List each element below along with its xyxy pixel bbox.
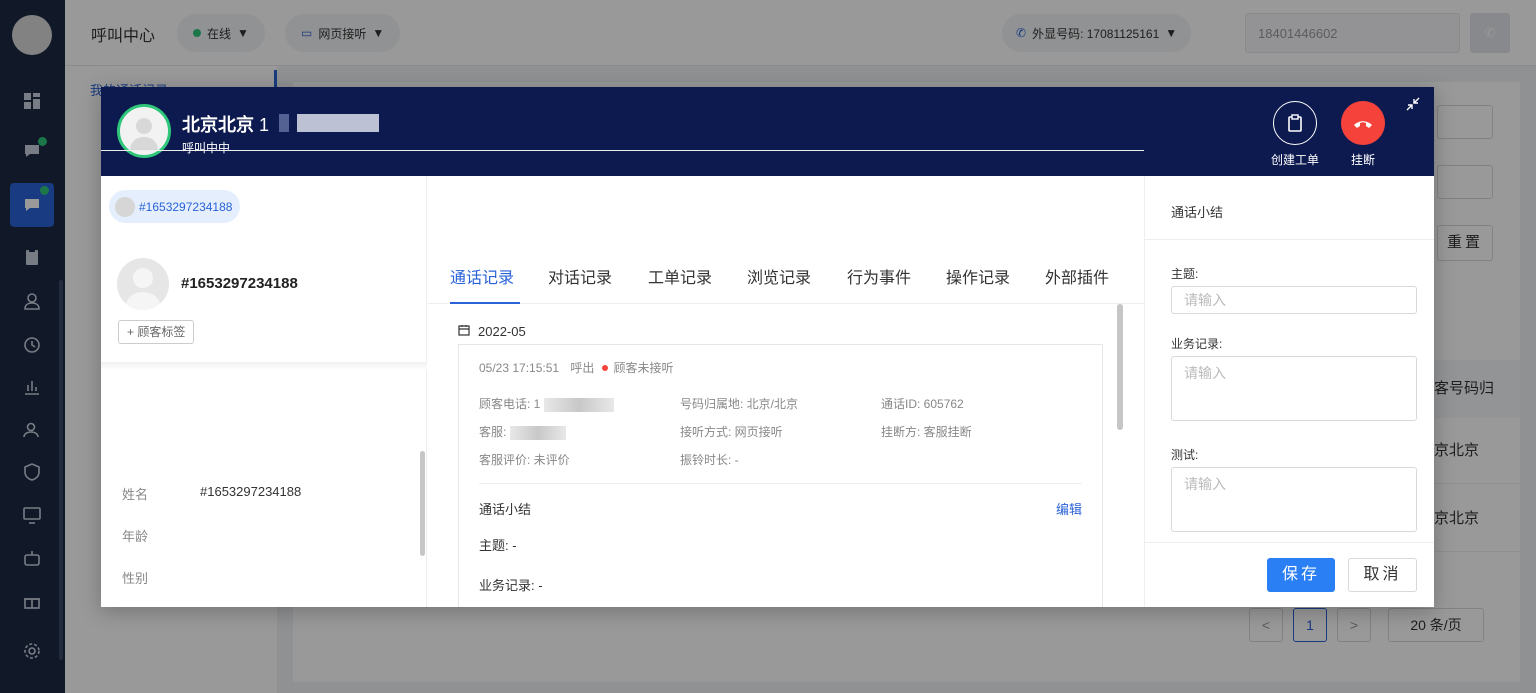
save-button[interactable]: 保存 [1267, 558, 1335, 592]
tab-ticket-records[interactable]: 工单记录 [648, 264, 712, 288]
create-ticket-label: 创建工单 [1271, 153, 1320, 167]
field-label-age: 年龄 [122, 529, 149, 544]
test-textarea[interactable]: 请输入 [1171, 467, 1417, 532]
tab-external-plugins[interactable]: 外部插件 [1045, 264, 1109, 288]
subject-label: 主题: [1171, 267, 1199, 281]
record-call-id: 通话ID: 605762 [881, 397, 964, 411]
call-status: 呼叫中中 [182, 141, 231, 155]
customer-chip-label: #1653297234188 [139, 199, 233, 214]
active-tab-indicator [450, 302, 520, 304]
tab-browse-records[interactable]: 浏览记录 [747, 264, 811, 288]
call-record-card: 05/23 17:15:51 呼出 顾客未接听 顾客电话: 1 号码归属地: 北京… [458, 344, 1103, 607]
test-label: 测试: [1171, 448, 1199, 462]
record-time: 05/23 17:15:51 [479, 361, 560, 375]
masked-number [279, 114, 379, 132]
tab-behavior-events[interactable]: 行为事件 [847, 264, 911, 288]
record-header: 05/23 17:15:51 呼出 顾客未接听 [479, 359, 673, 376]
business-textarea[interactable]: 请输入 [1171, 356, 1417, 421]
cancel-button[interactable]: 取消 [1348, 558, 1417, 592]
masked-agent [509, 425, 566, 440]
divider [101, 150, 1144, 151]
records-scrollbar[interactable] [1117, 304, 1123, 430]
add-customer-tag-button[interactable]: + 顾客标签 [118, 320, 195, 344]
summary-panel: 通话小结 主题: 请输入 业务记录: 请输入 测试: 请输入 保存 取消 [1144, 176, 1434, 607]
customer-avatar [117, 258, 169, 310]
record-agent: 客服: [479, 423, 566, 440]
call-modal: 北京北京 1 呼叫中中 创建工单 挂断 #1653297234188 #1653… [101, 87, 1434, 607]
customer-scrollbar[interactable] [420, 451, 425, 556]
field-label-name: 姓名 [122, 487, 149, 502]
calendar-icon [458, 324, 470, 339]
clipboard-icon [1273, 101, 1317, 145]
records-tabs: 通话记录 对话记录 工单记录 浏览记录 行为事件 操作记录 外部插件 [428, 240, 1144, 304]
record-ring-time: 振铃时长: - [680, 453, 739, 467]
masked-phone [543, 397, 614, 412]
record-subject: 主题: - [479, 538, 517, 553]
tab-call-records[interactable]: 通话记录 [450, 264, 514, 288]
divider [479, 483, 1082, 484]
call-actions: 创建工单 挂断 [1271, 101, 1386, 168]
record-phone: 顾客电话: 1 [479, 395, 614, 412]
customer-panel: #1653297234188 #1653297234188 + 顾客标签 姓名 … [101, 176, 427, 607]
customer-chip[interactable]: #1653297234188 [109, 190, 241, 223]
record-location: 号码归属地: 北京/北京 [680, 397, 799, 411]
summary-title: 通话小结 [1171, 205, 1224, 220]
customer-name: #1653297234188 [181, 275, 298, 292]
tab-operation-records[interactable]: 操作记录 [946, 264, 1010, 288]
record-business: 业务记录: - [479, 578, 543, 593]
tab-chat-records[interactable]: 对话记录 [548, 264, 612, 288]
divider [101, 362, 427, 370]
business-label: 业务记录: [1171, 337, 1223, 351]
subject-input[interactable]: 请输入 [1171, 286, 1417, 314]
record-answer-mode: 接听方式: 网页接听 [680, 425, 783, 439]
caller-name: 北京北京 1 [182, 115, 270, 135]
edit-summary-link[interactable]: 编辑 [1056, 499, 1082, 518]
record-summary-title: 通话小结 [479, 502, 532, 517]
hangup-button[interactable]: 挂断 [1341, 101, 1386, 168]
record-hangup-by: 挂断方: 客服挂断 [881, 425, 972, 439]
hangup-icon [1341, 101, 1386, 145]
call-header: 北京北京 1 呼叫中中 创建工单 挂断 [101, 87, 1434, 176]
field-label-gender: 性别 [122, 571, 149, 586]
record-direction: 呼出 [570, 361, 595, 375]
hangup-label: 挂断 [1351, 153, 1376, 167]
status-dot [602, 365, 609, 371]
avatar [115, 196, 135, 217]
divider [1145, 542, 1434, 543]
records-panel: 通话记录 对话记录 工单记录 浏览记录 行为事件 操作记录 外部插件 2022-… [428, 240, 1144, 607]
field-value-name[interactable]: #1653297234188 [200, 484, 301, 499]
month-label: 2022-05 [478, 324, 526, 339]
record-result: 顾客未接听 [613, 361, 674, 375]
divider [1145, 239, 1434, 240]
month-group: 2022-05 [458, 324, 526, 339]
record-rating: 客服评价: 未评价 [479, 453, 570, 467]
collapse-icon[interactable] [1406, 97, 1420, 114]
create-ticket-button[interactable]: 创建工单 [1271, 101, 1319, 168]
